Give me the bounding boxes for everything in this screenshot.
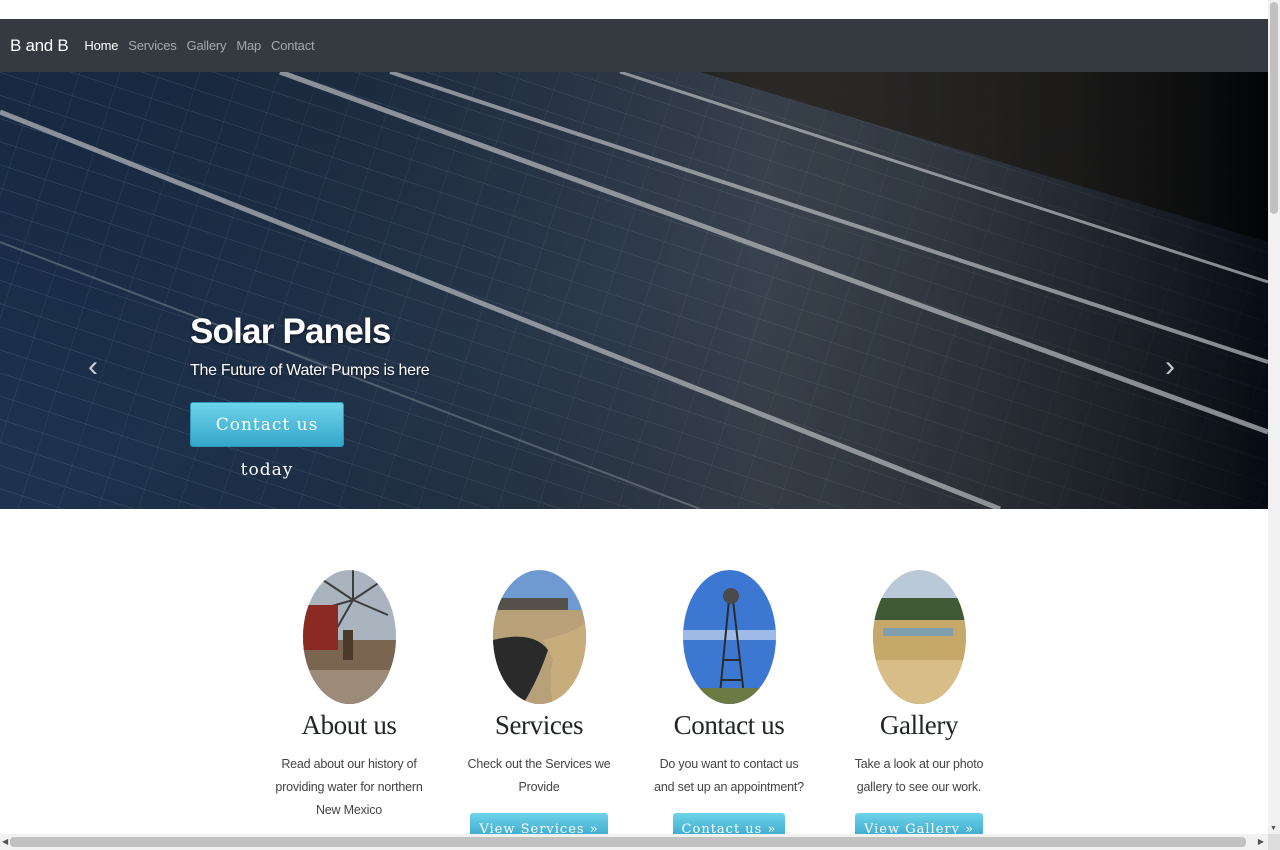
windmill-tower-image: [682, 570, 776, 704]
slide-title: Solar Panels: [190, 312, 391, 351]
card-services: Services Check out the Services we Provi…: [444, 570, 634, 834]
horizontal-scroll-thumb[interactable]: [10, 837, 1246, 847]
nav-link-services[interactable]: Services: [128, 38, 176, 53]
contact-us-button[interactable]: Contact us »: [672, 813, 786, 834]
view-services-button[interactable]: View Services »: [470, 813, 608, 834]
card-text: Check out the Services we Provide: [467, 757, 611, 794]
meadow-image: [872, 570, 966, 704]
scroll-right-icon[interactable]: ▶: [1258, 837, 1264, 846]
nav-link-gallery[interactable]: Gallery: [187, 38, 227, 53]
card-heading: Gallery: [879, 710, 959, 740]
hero-carousel: ‹ › Solar Panels The Future of Water Pum…: [0, 72, 1268, 509]
nav-link-home[interactable]: Home: [84, 38, 118, 53]
carousel-caption: Solar Panels The Future of Water Pumps i…: [190, 312, 430, 480]
vertical-scrollbar[interactable]: ▼: [1268, 0, 1280, 834]
card-text: Read about our history of providing wate…: [275, 757, 423, 817]
carousel-prev-icon[interactable]: ‹: [88, 352, 98, 382]
pipe-trench-image: [492, 570, 586, 704]
card-heading: Services: [494, 710, 584, 740]
horizontal-scrollbar[interactable]: ◀ ▶: [0, 834, 1268, 850]
contact-us-today-button[interactable]: Contact us today: [190, 402, 344, 480]
marketing-cards: About us Read about our history of provi…: [254, 570, 1014, 834]
scroll-left-icon[interactable]: ◀: [2, 837, 8, 846]
page: B and B Home Services Gallery Map Contac…: [0, 0, 1268, 834]
card-heading: Contact us: [673, 710, 785, 740]
card-about-us: About us Read about our history of provi…: [254, 570, 444, 822]
windmill-repair-image: [302, 570, 396, 704]
brand-link[interactable]: B and B: [10, 36, 69, 56]
navbar: B and B Home Services Gallery Map Contac…: [0, 19, 1268, 72]
nav-link-map[interactable]: Map: [236, 38, 261, 53]
slide-subtitle: The Future of Water Pumps is here: [190, 362, 430, 379]
view-gallery-button[interactable]: View Gallery »: [854, 813, 984, 834]
card-gallery: Gallery Take a look at our photo gallery…: [824, 570, 1014, 834]
carousel-next-icon[interactable]: ›: [1165, 352, 1175, 382]
card-contact-us: Contact us Do you want to contact us and…: [634, 570, 824, 834]
scroll-down-icon[interactable]: ▼: [1270, 825, 1277, 832]
scrollbar-corner: [1268, 834, 1280, 850]
card-heading: About us: [301, 710, 397, 740]
vertical-scroll-thumb[interactable]: [1270, 2, 1278, 214]
card-text: Take a look at our photo gallery to see …: [854, 757, 984, 794]
card-text: Do you want to contact us and set up an …: [654, 757, 804, 794]
nav-link-contact[interactable]: Contact: [271, 38, 315, 53]
